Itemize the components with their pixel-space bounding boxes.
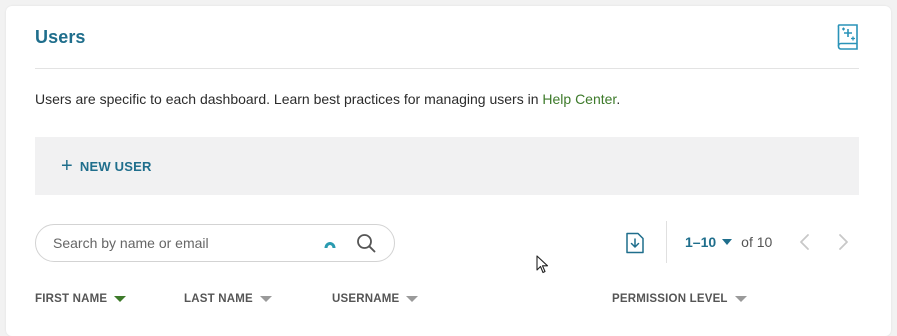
mouse-cursor-icon [536, 255, 550, 275]
description: Users are specific to each dashboard. Le… [35, 91, 620, 107]
book-sparkle-icon[interactable] [835, 23, 861, 51]
description-text: Users are specific to each dashboard. Le… [35, 91, 543, 107]
new-user-label: NEW USER [79, 158, 152, 174]
chevron-down-icon [722, 239, 733, 245]
page-range-select[interactable]: 1–10 [685, 234, 733, 250]
chevron-right-icon[interactable] [836, 233, 850, 251]
column-header-first-name[interactable]: FIRST NAME [35, 293, 127, 305]
assist-icon [323, 236, 337, 250]
action-bar: + NEW USER [35, 137, 859, 195]
chevron-left-icon[interactable] [798, 233, 812, 251]
sort-icon [734, 296, 747, 302]
search-box [35, 224, 395, 262]
page-title: Users [35, 27, 86, 47]
new-user-button[interactable]: + NEW USER [61, 155, 152, 177]
toolbar-separator [666, 221, 667, 263]
download-file-icon[interactable] [625, 232, 645, 254]
sort-desc-icon [114, 296, 127, 302]
help-center-link[interactable]: Help Center [542, 91, 616, 107]
header-divider [35, 68, 859, 69]
page-range-label: 1–10 [685, 234, 717, 250]
pagination: 1–10 of 10 [685, 234, 772, 250]
column-label: FIRST NAME [35, 293, 108, 305]
column-header-last-name[interactable]: LAST NAME [184, 293, 272, 305]
sort-icon [406, 296, 419, 302]
sort-icon [259, 296, 272, 302]
page-total: of 10 [741, 234, 773, 250]
plus-icon: + [61, 155, 73, 177]
column-header-permission-level[interactable]: PERMISSION LEVEL [612, 293, 747, 305]
column-label: PERMISSION LEVEL [612, 293, 728, 305]
search-icon[interactable] [356, 233, 376, 253]
column-label: LAST NAME [184, 293, 253, 305]
search-input[interactable] [53, 233, 303, 253]
column-header-username[interactable]: USERNAME [332, 293, 419, 305]
users-panel: Users Users are specific to each dashboa… [6, 6, 891, 336]
column-label: USERNAME [332, 293, 400, 305]
description-end: . [616, 91, 621, 107]
